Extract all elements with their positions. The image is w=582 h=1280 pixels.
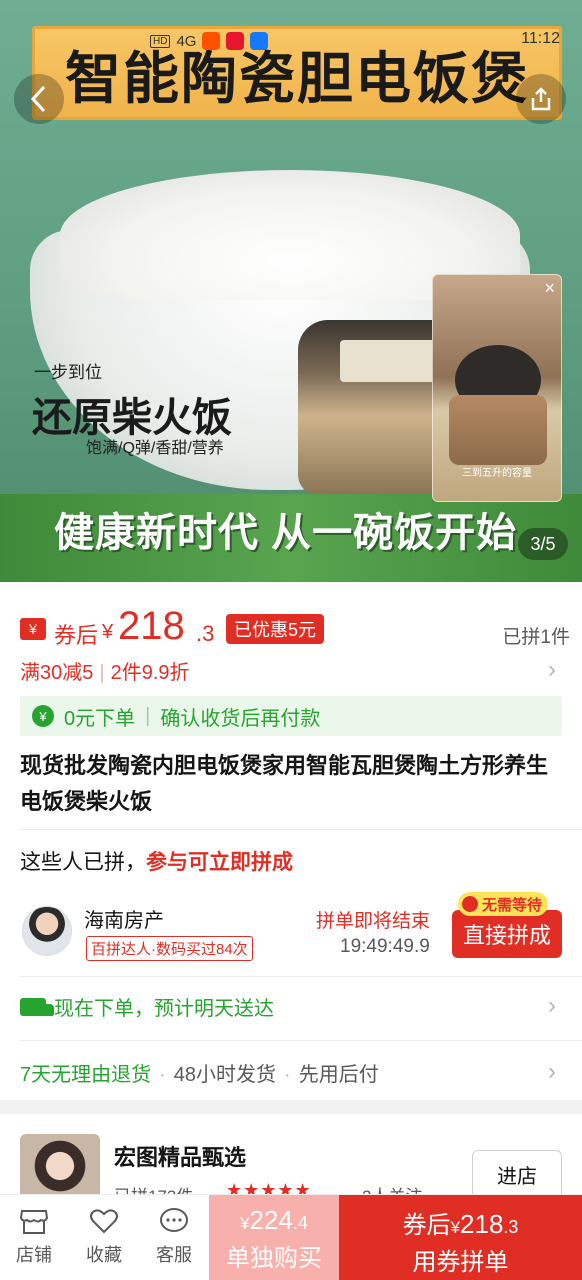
slogan-tags: 饱满/Q弹/香甜/营养 [86,440,224,457]
divider [20,1040,582,1041]
status-time: 11:12 [521,30,560,47]
alipay-app-icon [250,32,269,50]
member-name: 海南房产 [84,910,164,932]
bottom-slogan: 健康新时代 从一碗饭开始 [54,511,518,555]
coupon-icon: ¥ [20,618,46,640]
video-preview[interactable]: 三到五升的容量 × [432,274,562,502]
video-caption: 三到五升的容量 [462,468,532,479]
shipping-text: 现在下单，预计明天送达 [54,998,274,1020]
share-icon [531,87,551,111]
service-ship: 48小时发货 [173,1064,277,1086]
status-bar: HD 4G [150,30,570,52]
single-price: ¥224.4 [240,1205,308,1235]
service-return: 7天无理由退货 [20,1064,152,1086]
store-name[interactable]: 宏图精品甄选 [114,1140,246,1172]
ending-label: 拼单即将结束 [316,911,431,932]
promo-item: 满30减5 [20,662,94,684]
price-prefix: 券后 [54,623,99,648]
weibo-app-icon [226,32,245,50]
nav-favorite[interactable]: 收藏 [74,1203,134,1275]
chevron-right-icon[interactable]: › [548,656,556,684]
hd-indicator: HD [150,34,171,48]
no-wait-badge: 无需等待 [458,892,549,916]
join-heading: 这些人已拼，参与可立即拼成 [20,851,293,874]
price-decimal: .3 [196,621,215,646]
divider [20,829,582,830]
shipping-row[interactable]: 现在下单，预计明天送达 [20,992,274,1021]
buy-single-button[interactable]: ¥224.4 单独购买 [209,1195,339,1280]
nav-label: 店铺 [16,1245,52,1265]
nav-store[interactable]: 店铺 [4,1203,64,1275]
zero-order-banner: ¥ 0元下单 | 确认收货后再付款 [20,696,562,736]
avatar [22,906,72,956]
group-label: 用券拼单 [412,1249,509,1276]
store-icon [19,1207,49,1235]
network-indicator: 4G [176,32,197,50]
nav-label: 收藏 [86,1245,122,1265]
chevron-right-icon[interactable]: › [548,992,556,1020]
taobao-app-icon [202,32,221,50]
product-title: 现货批发陶瓷内胆电饭煲家用智能瓦胆煲陶土方形养生电饭煲柴火饭 [20,753,549,814]
back-button[interactable] [14,74,64,124]
zero-order-label: 0元下单 [64,707,136,730]
zero-yuan-icon: ¥ [32,705,54,727]
zero-order-note: 确认收货后再付款 [160,707,321,730]
video-base-image [449,395,547,465]
chevron-right-icon[interactable]: › [548,1058,556,1086]
chevron-left-icon [30,85,46,113]
single-label: 单独购买 [226,1245,322,1272]
product-image-carousel[interactable]: 智能陶瓷胆电饭煲 HD 4G 11:12 一步到位 还原柴火饭 饱满/Q弹/香甜… [0,0,582,582]
price-integer: 218 [118,604,185,648]
store-section: 宏图精品甄选 已拼173件 ★★★★★ 2人关注 进店 [0,1114,582,1214]
heart-icon [89,1207,119,1235]
member-tag: 百拼达人·数码买过84次 [86,936,253,961]
service-row[interactable]: 7天无理由退货 · 48小时发货 · 先用后付 [20,1058,379,1087]
price-currency: ¥ [102,621,114,643]
nav-service[interactable]: 客服 [144,1203,204,1275]
join-group-button[interactable]: 直接拼成 [452,910,562,958]
service-pay-later: 先用后付 [298,1064,379,1086]
buy-group-button[interactable]: 券后¥218.3 用券拼单 [339,1195,582,1280]
truck-icon [20,997,54,1016]
page-indicator: 3/5 [518,528,568,560]
share-button[interactable] [516,74,566,124]
discount-badge: 已优惠5元 [226,614,325,644]
group-count: 已拼1件 [502,627,570,648]
section-gap [0,1100,582,1114]
bottom-action-bar: 店铺 收藏 客服 ¥224.4 单独购买 券后¥218.3 用券拼单 [0,1194,582,1280]
clock-icon [462,896,478,912]
group-member-row: 海南房产 百拼达人·数码买过84次 拼单即将结束 19:49:49.9 直接拼成… [20,892,565,970]
enter-store-button[interactable]: 进店 [472,1150,562,1198]
price-row: ¥ 券后 ¥ 218 .3 已优惠5元 已拼1件 [20,604,570,652]
chat-icon [159,1207,189,1235]
countdown: 19:49:49.9 [340,936,430,957]
group-price: 券后¥218.3 [402,1209,519,1239]
product-info-card: ¥ 券后 ¥ 218 .3 已优惠5元 已拼1件 满30减5 | 2件9.9折 › … [0,582,582,1102]
divider [20,976,582,977]
promo-row[interactable]: 满30减5 | 2件9.9折 [20,656,190,685]
promo-item: 2件9.9折 [110,662,190,684]
close-icon[interactable]: × [544,279,555,297]
slogan-small: 一步到位 [34,363,102,382]
nav-label: 客服 [156,1245,192,1265]
